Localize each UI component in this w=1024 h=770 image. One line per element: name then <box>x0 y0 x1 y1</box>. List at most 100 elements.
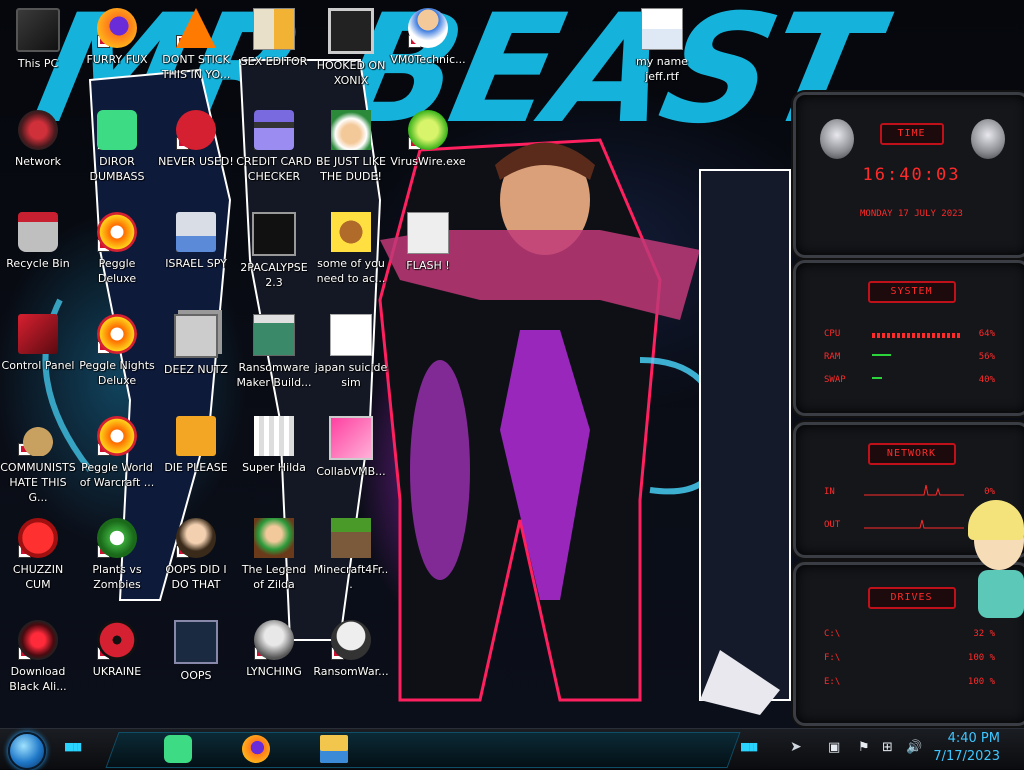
desktop-icon[interactable]: some of you need to ac... <box>313 212 389 312</box>
desktop-icon[interactable]: DEEZ NUTZ <box>158 314 234 414</box>
desktop-icon[interactable]: CollabVMB... <box>313 416 389 516</box>
peggle-icon <box>97 212 137 252</box>
system-value: 40% <box>978 375 995 385</box>
show-hidden-icons-icon[interactable]: ➤ <box>790 739 808 759</box>
santa-icon <box>331 110 371 150</box>
system-title: SYSTEM <box>890 286 933 297</box>
flag-icon[interactable]: ⚑ <box>858 740 874 756</box>
alien-icon <box>18 620 58 660</box>
desktop-icon-label: my name jeff.rtf <box>636 55 688 83</box>
system-clock[interactable]: 4:40 PM 7/17/2023 <box>933 730 1000 766</box>
desktop-icon-label: Peggle World of Warcraft ... <box>79 461 155 489</box>
taskbar-band <box>105 732 741 768</box>
desktop-icon[interactable]: HOOKED ON XONIX <box>313 8 389 108</box>
desktop-icon[interactable]: Plants vs Zombies <box>79 518 155 618</box>
desktop-icon[interactable]: my name jeff.rtf <box>624 8 700 108</box>
desktop-icon-label: Network <box>15 155 61 168</box>
desktop-icon[interactable]: LYNCHING <box>236 620 312 720</box>
desktop-icon[interactable]: ISRAEL SPY <box>158 212 234 312</box>
desktop-icon[interactable]: Peggle Nights Deluxe <box>79 314 155 414</box>
technician-icon <box>408 8 448 48</box>
desktop-icon-label: UKRAINE <box>92 665 142 678</box>
portrait-icon <box>176 518 216 558</box>
drives-header: DRIVES <box>867 587 956 609</box>
taskbar-firefox-button[interactable] <box>240 733 272 765</box>
desktop-icon[interactable]: Peggle Deluxe <box>79 212 155 312</box>
system-meter <box>872 377 897 379</box>
desktop-icon[interactable]: Control Panel <box>0 314 76 414</box>
desktop-icon[interactable]: japan suicide sim <box>313 314 389 414</box>
desktop-icon[interactable]: The Legend of Zilda <box>236 518 312 618</box>
computer-icon <box>16 8 60 52</box>
desktop-icon[interactable]: OOPS <box>158 620 234 720</box>
volume-icon[interactable]: 🔊 <box>906 740 922 756</box>
taskbar: ▮▮▮▮ ▮▮▮▮ ➤ ▣ ⚑ ⊞ 🔊 4:40 PM 7/17/2023 <box>0 728 1024 770</box>
desktop-icon-label: NEVER USED! <box>158 155 234 168</box>
desktop-icon-label: 2PACALYPSE 2.3 <box>240 261 308 289</box>
system-panel: SYSTEM CPU 64% RAM 56% SWAP 40% <box>793 260 1024 416</box>
network-monitor-icon[interactable]: ▣ <box>828 740 844 756</box>
desktop-icon[interactable]: SEX EDITOR <box>236 8 312 108</box>
bonzi-icon <box>331 212 371 252</box>
desktop-icon-label: OOPS <box>180 669 212 682</box>
desktop-icon[interactable]: This PC <box>0 8 76 108</box>
widget-date: MONDAY 17 JULY 2023 <box>860 209 963 219</box>
desktop-icon-label: CREDIT CARD CHECKER <box>236 155 312 183</box>
monitor-icon <box>329 416 373 460</box>
document-icon <box>641 8 683 50</box>
desktop-icon-label: VM0Technic... <box>390 53 466 66</box>
network-graph <box>864 519 964 529</box>
taskbar-decor-left-icon: ▮▮▮▮ <box>64 740 82 753</box>
network-row: IN 0% <box>824 484 1009 501</box>
clock-time: 4:40 PM <box>947 731 1000 746</box>
desktop-icon[interactable]: Download Black Ali... <box>0 620 76 720</box>
system-row: CPU 64% <box>824 329 1009 343</box>
system-monitor-widget: TIME 16:40:03 MONDAY 17 JULY 2023 SYSTEM… <box>793 92 1024 726</box>
drive-label: E:\ <box>824 677 841 687</box>
desktop-icon[interactable]: Recycle Bin <box>0 212 76 312</box>
network-label: IN <box>824 487 835 497</box>
desktop-icon[interactable]: COMMUNISTS HATE THIS G... <box>0 416 76 516</box>
desktop-icon[interactable]: Network <box>0 110 76 210</box>
desktop-icon[interactable]: OOPS DID I DO THAT <box>158 518 234 618</box>
desktop-icon[interactable]: VM0Technic... <box>390 8 466 108</box>
taskbar-folder-button[interactable] <box>318 733 350 765</box>
desktop-icon[interactable]: NEVER USED! <box>158 110 234 210</box>
drive-label: F:\ <box>824 653 841 663</box>
desktop-icon-label: Recycle Bin <box>6 257 70 270</box>
desktop-icon-label: CollabVMB... <box>316 465 386 478</box>
drive-value: 100 % <box>967 653 995 663</box>
desktop-icon[interactable]: RansomWar... <box>313 620 389 720</box>
vlc-cone-icon <box>176 8 216 48</box>
lime-icon <box>408 110 448 150</box>
desktop-icon[interactable]: UKRAINE <box>79 620 155 720</box>
desktop-icon[interactable]: VirusWire.exe <box>390 110 466 210</box>
network-icon[interactable]: ⊞ <box>882 740 898 756</box>
network-graph <box>864 484 964 496</box>
network-drive-icon <box>176 212 216 252</box>
desktop-icon[interactable]: BE JUST LIKE THE DUDE! <box>313 110 389 210</box>
desktop-icon[interactable]: CHUZZIN CUM <box>0 518 76 618</box>
desktop-icon[interactable]: DONT STICK THIS IN YO... <box>158 8 234 108</box>
hxd-editor-icon <box>253 8 295 50</box>
desktop-icon-label: OOPS DID I DO THAT <box>165 563 227 591</box>
system-header: SYSTEM <box>867 281 956 303</box>
desktop-icon[interactable]: Super Hilda <box>236 416 312 516</box>
desktop-icon[interactable]: DIROR DUMBASS <box>79 110 155 210</box>
desktop-icon[interactable]: DIE PLEASE <box>158 416 234 516</box>
firefox-icon <box>97 8 137 48</box>
pixel-face-icon <box>254 416 294 456</box>
desktop-icon[interactable]: Ransomware Maker Build... <box>236 314 312 414</box>
terminal-icon <box>252 212 296 256</box>
taskbar-discord-button[interactable] <box>162 733 194 765</box>
desktop-icon-label: ISRAEL SPY <box>165 257 227 270</box>
desktop-icon[interactable]: 2PACALYPSE 2.3 <box>236 212 312 312</box>
desktop-icon[interactable]: Minecraft4Fr... <box>313 518 389 618</box>
desktop-icon[interactable]: FLASH ! <box>390 212 466 312</box>
star-butterfly-sticker <box>968 500 1024 620</box>
desktop-icon[interactable]: Peggle World of Warcraft ... <box>79 416 155 516</box>
desktop-icon[interactable]: CREDIT CARD CHECKER <box>236 110 312 210</box>
money-bag-icon <box>18 416 58 456</box>
desktop-icon[interactable]: FURRY FUX <box>79 8 155 108</box>
start-button[interactable] <box>8 732 46 770</box>
